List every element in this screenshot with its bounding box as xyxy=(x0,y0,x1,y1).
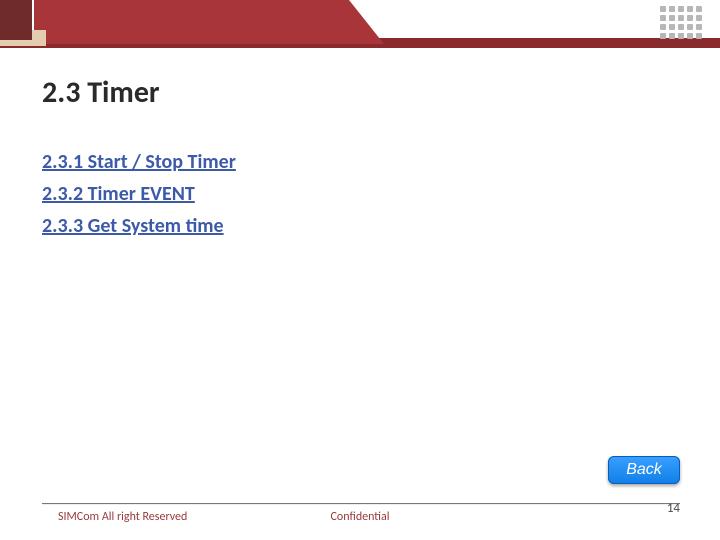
toc-link-get-system-time[interactable]: 2.3.3 Get System time xyxy=(42,214,236,238)
footer-rule xyxy=(42,503,680,504)
toc-link-start-stop-timer[interactable]: 2.3.1 Start / Stop Timer xyxy=(42,150,236,174)
header-accent-poly xyxy=(34,0,384,44)
toc-links: 2.3.1 Start / Stop Timer 2.3.2 Timer EVE… xyxy=(42,150,236,246)
header-accent-dark xyxy=(0,0,32,40)
slide: 2.3 Timer 2.3.1 Start / Stop Timer 2.3.2… xyxy=(0,0,720,540)
footer-center-text: Confidential xyxy=(0,510,720,524)
back-button[interactable]: Back xyxy=(608,456,680,484)
section-title: 2.3 Timer xyxy=(42,74,160,111)
toc-link-timer-event[interactable]: 2.3.2 Timer EVENT xyxy=(42,182,236,206)
dot-grid-icon xyxy=(660,6,702,39)
page-number: 14 xyxy=(667,501,680,516)
